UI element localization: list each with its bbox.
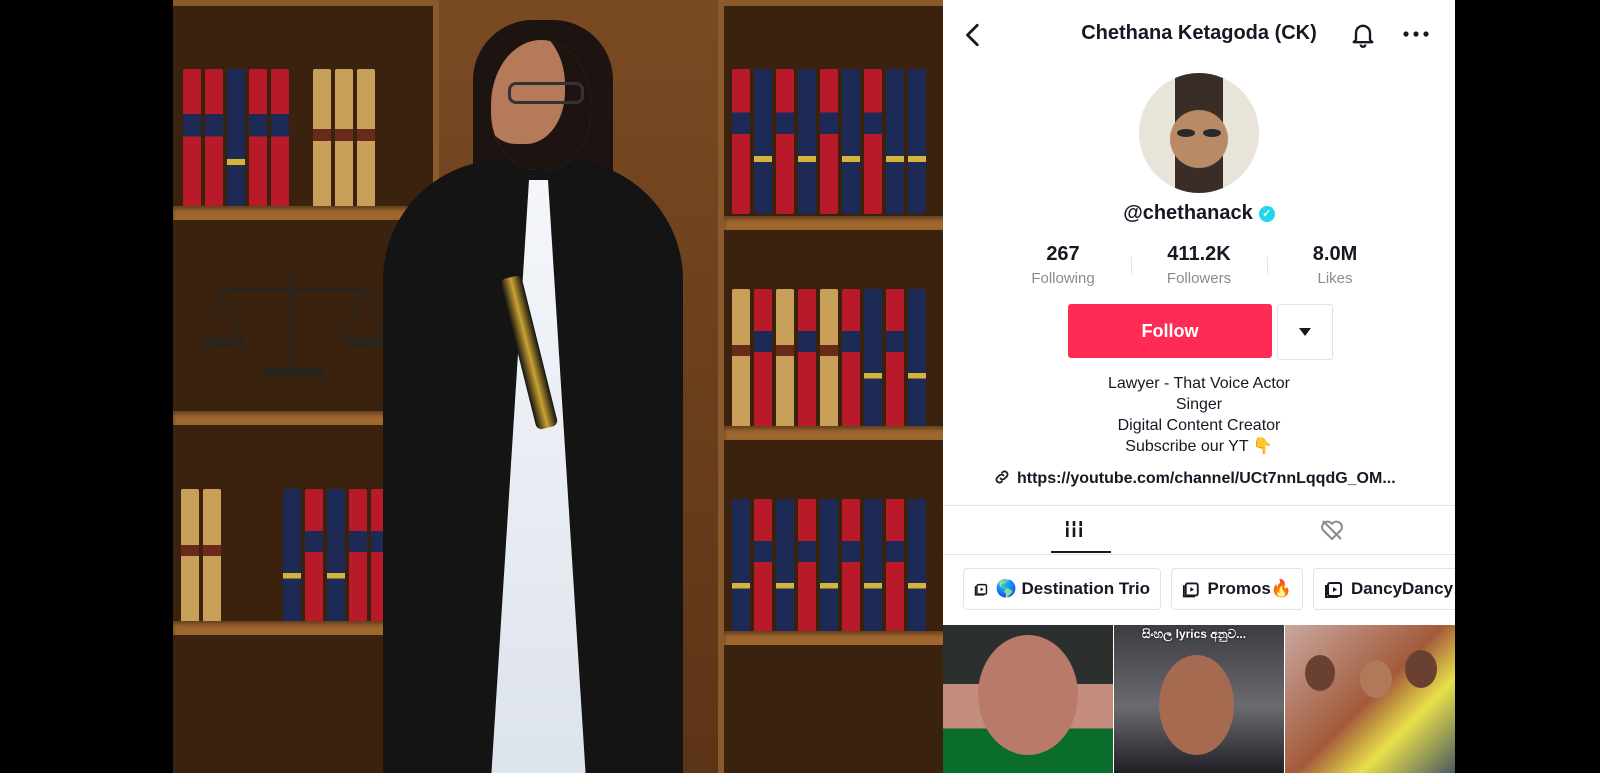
profile-link-text: https://youtube.com/channel/UCt7nnLqqdG_… (1017, 470, 1396, 487)
tab-liked[interactable] (1199, 506, 1455, 554)
more-horizontal-icon[interactable] (1402, 24, 1430, 44)
bookcase-right (718, 0, 943, 773)
playlist-chip[interactable]: 🌎 Destination Trio (963, 568, 1161, 610)
playlist-icon (1325, 582, 1342, 598)
playlist-label: 🌎 Destination Trio (995, 579, 1150, 598)
followers-count: 411.2K (1167, 243, 1231, 265)
playlist-label: Promos🔥 (1207, 579, 1292, 598)
likes-label: Likes (1317, 270, 1353, 287)
video-thumbnail[interactable] (1285, 625, 1455, 773)
hidden-heart-icon (1321, 520, 1343, 540)
username: @chethanack (1123, 202, 1253, 224)
stat-divider (1130, 257, 1132, 275)
stat-likes: 8.0M Likes (1275, 243, 1395, 287)
link-icon (995, 470, 1009, 484)
playlist-icon (1182, 582, 1199, 598)
playlist-label: DancyDancy (1351, 579, 1454, 598)
follow-button[interactable]: Follow (1068, 304, 1272, 358)
avatar[interactable] (1139, 73, 1259, 193)
glasses (508, 82, 584, 104)
video-grid: සිංහල lyrics අනුව... (943, 625, 1455, 773)
likes-count: 8.0M (1312, 243, 1358, 265)
playlist-icon (974, 583, 988, 596)
stat-followers[interactable]: 411.2K Followers (1139, 243, 1259, 287)
username-row: @chethanack ✓ (943, 202, 1455, 225)
page-title: Chethana Ketagoda (CK) (1081, 22, 1317, 44)
playlist-chip[interactable]: Promos🔥 (1171, 568, 1303, 610)
bio: Lawyer - That Voice Actor Singer Digital… (943, 373, 1455, 457)
grid-bars-icon (1063, 521, 1085, 537)
top-bar: Chethana Ketagoda (CK) (943, 0, 1455, 70)
divider (943, 554, 1455, 555)
bio-line: Subscribe our YT 👇 (1125, 438, 1273, 455)
scales-of-justice-icon (201, 270, 385, 378)
active-tab-indicator (1051, 551, 1111, 553)
playlist-row: 🌎 Destination Trio Promos🔥 DancyDancy (963, 568, 1455, 612)
following-count: 267 (1046, 243, 1080, 265)
followers-label: Followers (1166, 270, 1232, 287)
following-label: Following (1031, 270, 1095, 287)
stat-following[interactable]: 267 Following (1003, 243, 1123, 287)
face (491, 40, 591, 170)
verified-badge-icon: ✓ (1258, 206, 1275, 222)
video-caption: සිංහල lyrics අනුව... (1142, 627, 1247, 641)
stat-divider (1266, 257, 1268, 275)
bio-line: Lawyer - That Voice Actor (1107, 375, 1290, 392)
content-tabs (943, 506, 1455, 554)
bio-line: Singer (1175, 396, 1223, 413)
video-thumbnail[interactable]: සිංහල lyrics අනුව... (1114, 625, 1284, 773)
profile-panel: Chethana Ketagoda (CK) @chethanack ✓ 267 … (943, 0, 1455, 773)
profile-photo (173, 0, 943, 773)
bell-icon[interactable] (1349, 20, 1377, 48)
bio-line: Digital Content Creator (1117, 417, 1281, 434)
stats-row: 267 Following 411.2K Followers 8.0M Like… (1003, 243, 1395, 287)
profile-link[interactable]: https://youtube.com/channel/UCt7nnLqqdG_… (993, 468, 1443, 488)
caret-down-icon (1299, 328, 1311, 336)
playlist-chip[interactable]: DancyDancy (1313, 568, 1455, 610)
video-thumbnail[interactable] (943, 625, 1113, 773)
tab-videos[interactable] (943, 506, 1199, 554)
suggested-accounts-button[interactable] (1277, 304, 1333, 360)
